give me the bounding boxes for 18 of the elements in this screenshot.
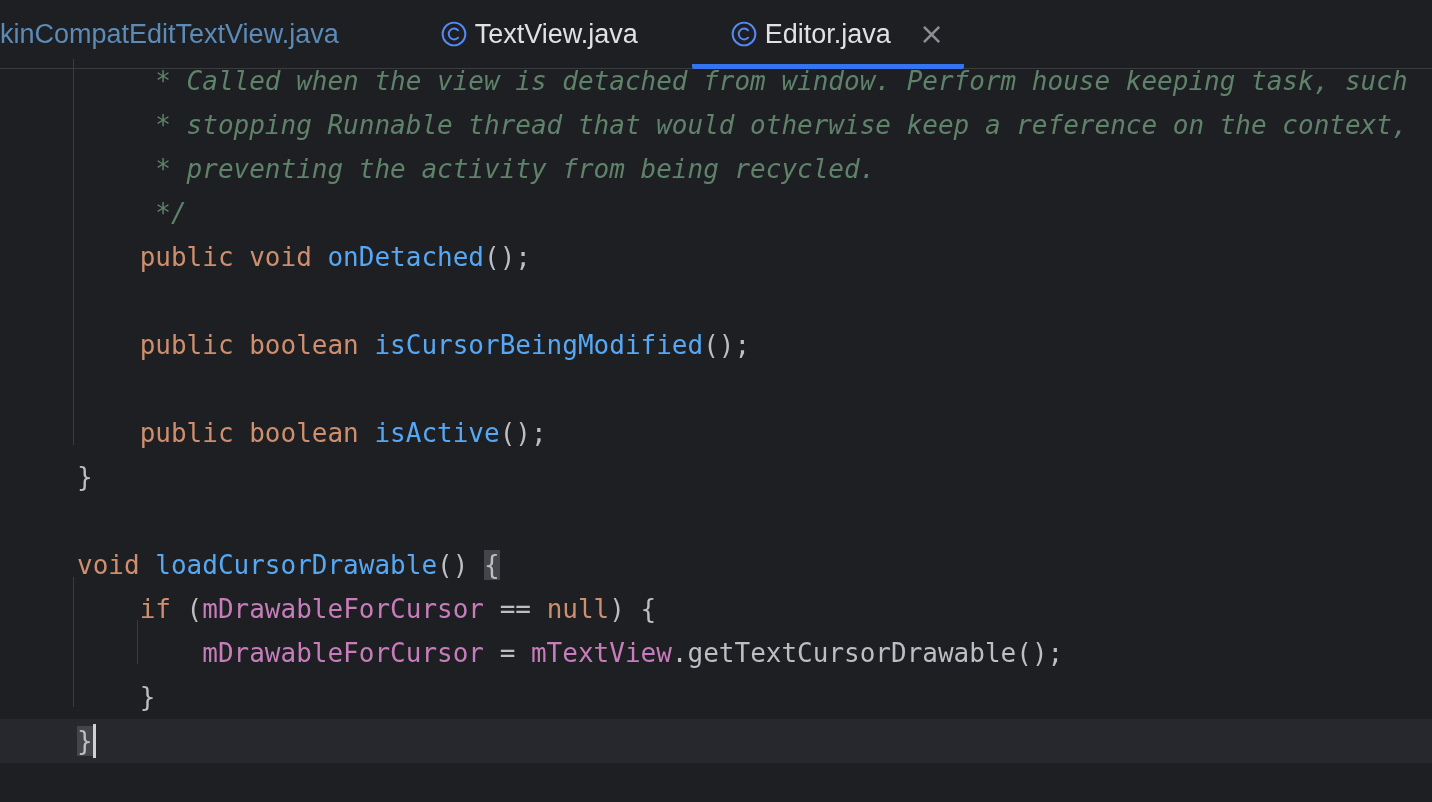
code-line: * preventing the activity from being recycled. <box>155 153 876 186</box>
code-line: mDrawableForCursor = mTextView.getTextCursorDrawable(); <box>202 637 1064 670</box>
code-line: * stopping Runnable thread that would otherwise keep a reference on the context, <box>155 109 1408 142</box>
class-icon <box>440 21 467 47</box>
class-icon <box>730 21 757 47</box>
close-tab-button[interactable]: × <box>918 19 944 49</box>
editor-tab[interactable]: kinCompatEditTextView.java <box>0 0 427 68</box>
code-line: public void onDetached(); <box>139 241 531 274</box>
code-line: */ <box>155 197 187 230</box>
code-line: } <box>139 681 156 714</box>
code-line: if (mDrawableForCursor == null) { <box>139 593 657 626</box>
code-line: void loadCursorDrawable() { <box>77 549 500 582</box>
code-line: } <box>77 461 93 494</box>
editor-tab[interactable]: TextView.java <box>440 0 678 68</box>
editor-tab[interactable]: Editor.java × <box>691 0 964 69</box>
code-line: public boolean isCursorBeingModified(); <box>139 329 751 362</box>
text-caret <box>92 724 96 758</box>
code-line: public boolean isActive(); <box>139 417 547 450</box>
